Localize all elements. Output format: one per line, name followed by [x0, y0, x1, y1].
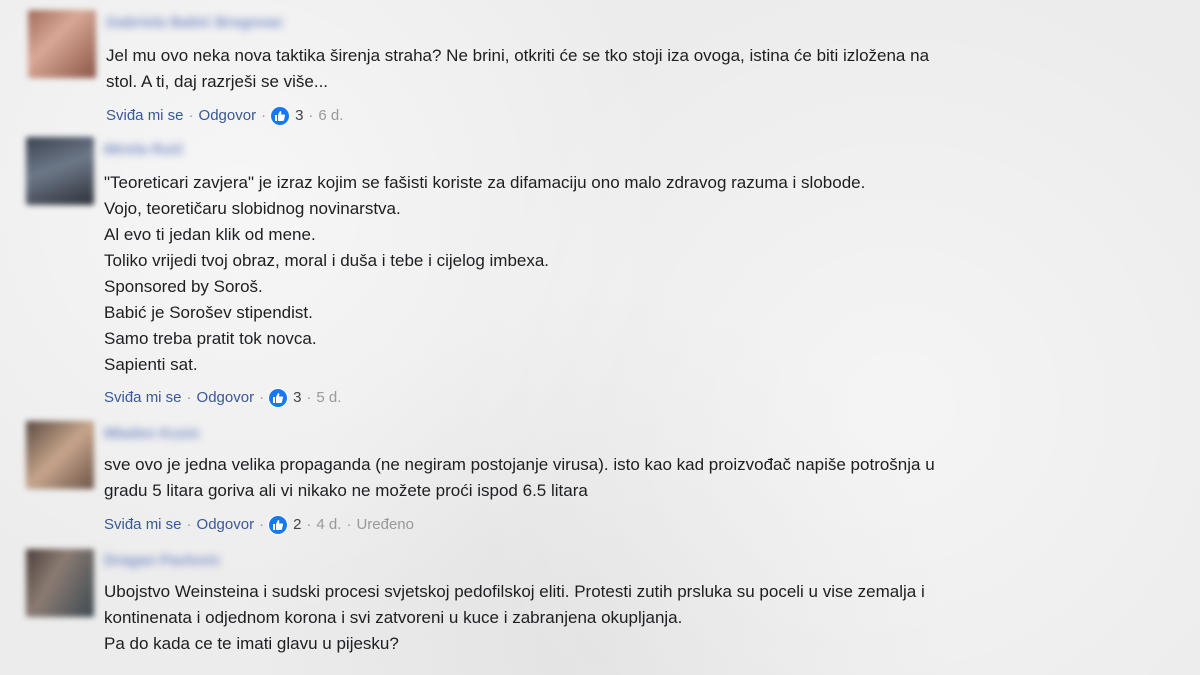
separator: · [186, 516, 192, 533]
separator: · [261, 107, 267, 124]
reply-button[interactable]: Odgovor [197, 514, 255, 536]
thumbs-up-icon[interactable] [271, 107, 290, 125]
comment-text: "Teoreticari zavjera" je izraz kojim se … [104, 170, 1064, 378]
thumbs-up-icon[interactable] [269, 389, 288, 407]
reaction-count[interactable]: 3 [293, 387, 301, 409]
reply-button[interactable]: Odgovor [199, 105, 257, 127]
avatar[interactable] [28, 10, 96, 78]
separator: · [188, 107, 194, 124]
separator: · [306, 389, 312, 406]
author-name[interactable]: Mirela Ruić [104, 141, 184, 159]
comment-line: Al evo ti jedan klik od mene. [104, 225, 316, 244]
comment-line: Ubojstvo Weinsteina i sudski procesi svj… [104, 582, 925, 601]
comment-line: sve ovo je jedna velika propaganda (ne n… [104, 455, 935, 474]
avatar[interactable] [26, 421, 94, 489]
comment-line: Samo treba pratit tok novca. [104, 329, 317, 348]
avatar[interactable] [26, 549, 94, 617]
comment-line: Babić je Sorošev stipendist. [104, 303, 313, 322]
separator: · [306, 516, 312, 533]
comment-text: Ubojstvo Weinsteina i sudski procesi svj… [104, 579, 1064, 657]
comment-line: "Teoreticari zavjera" je izraz kojim se … [104, 173, 866, 192]
reply-button[interactable]: Odgovor [197, 387, 255, 409]
comment-line: stol. A ti, daj razrješi se više... [106, 72, 329, 91]
separator: · [346, 516, 352, 533]
timestamp[interactable]: 5 d. [316, 387, 341, 409]
avatar[interactable] [26, 137, 94, 205]
author-name[interactable]: Dragan Pavlovic [104, 552, 221, 570]
thumbs-up-icon[interactable] [269, 516, 288, 534]
like-button[interactable]: Sviđa mi se [106, 105, 184, 127]
comment-text: sve ovo je jedna velika propaganda (ne n… [104, 452, 1064, 504]
comment-line: kontinenata i odjednom korona i svi zatv… [104, 608, 683, 627]
comment-line: Sponsored by Soroš. [104, 277, 263, 296]
separator: · [186, 389, 192, 406]
comment-actions: Sviđa mi se · Odgovor · 3 · 5 d. [104, 387, 341, 409]
comment-actions: Sviđa mi se · Odgovor · 3 · 6 d. [106, 105, 343, 127]
separator: · [259, 389, 265, 406]
like-button[interactable]: Sviđa mi se [104, 514, 182, 536]
author-name[interactable]: Mladen Kusic [104, 425, 201, 443]
comment-line: gradu 5 litara goriva ali vi nikako ne m… [104, 481, 588, 500]
comment-line: Toliko vrijedi tvoj obraz, moral i duša … [104, 251, 550, 270]
reaction-count[interactable]: 3 [295, 105, 303, 127]
comment-actions: Sviđa mi se · Odgovor · 2 · 4 d. · Uređe… [104, 514, 414, 536]
comment-line: Sapienti sat. [104, 355, 198, 374]
author-name[interactable]: Gabriela Babić Bregovac [106, 14, 284, 32]
comment-line: Vojo, teoretičaru slobidnog novinarstva. [104, 199, 401, 218]
comment-text: Jel mu ovo neka nova taktika širenja str… [106, 43, 1066, 95]
like-button[interactable]: Sviđa mi se [104, 387, 182, 409]
reaction-count[interactable]: 2 [293, 514, 301, 536]
edited-label[interactable]: Uređeno [356, 514, 414, 536]
separator: · [308, 107, 314, 124]
comment-line: Jel mu ovo neka nova taktika širenja str… [106, 46, 930, 65]
timestamp[interactable]: 4 d. [316, 514, 341, 536]
comment-line: Pa do kada ce te imati glavu u pijesku? [104, 634, 399, 653]
separator: · [259, 516, 265, 533]
timestamp[interactable]: 6 d. [318, 105, 343, 127]
